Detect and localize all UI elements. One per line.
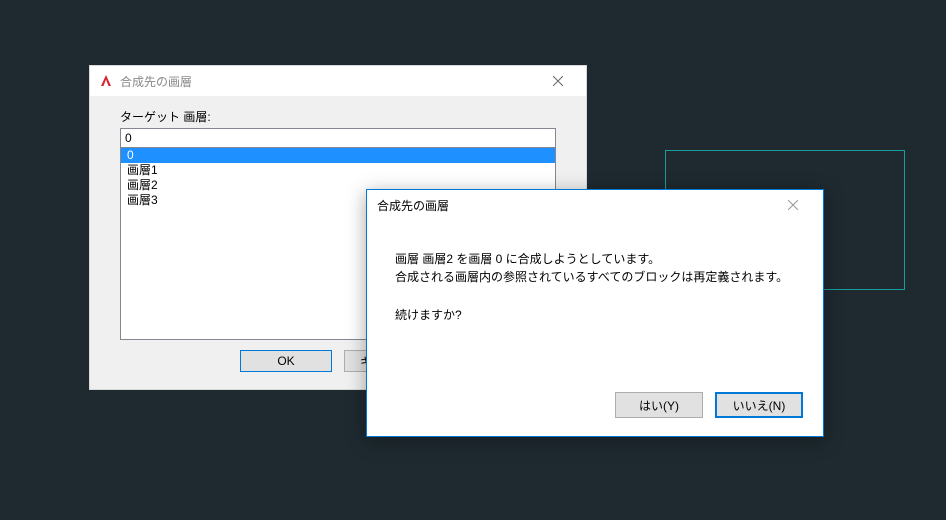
- app-icon: [98, 73, 114, 89]
- list-item[interactable]: 画層1: [121, 163, 555, 178]
- close-icon: [553, 76, 563, 86]
- dialog-title: 合成先の画層: [377, 197, 773, 214]
- yes-button[interactable]: はい(Y): [615, 392, 703, 418]
- message-line: 画層 画層2 を画層 0 に合成しようとしています。: [395, 250, 795, 268]
- target-layer-input[interactable]: [120, 128, 556, 148]
- list-item[interactable]: 0: [121, 148, 555, 163]
- dialog-button-row: はい(Y) いいえ(N): [615, 392, 803, 418]
- close-icon: [788, 200, 798, 210]
- target-layer-label: ターゲット 画層:: [120, 108, 556, 125]
- message-line: 合成される画層内の参照されているすべてのブロックは再定義されます。: [395, 268, 795, 286]
- close-button[interactable]: [538, 68, 578, 94]
- dialog-title: 合成先の画層: [120, 73, 538, 90]
- no-button[interactable]: いいえ(N): [715, 392, 803, 418]
- titlebar[interactable]: 合成先の画層: [90, 66, 586, 96]
- titlebar[interactable]: 合成先の画層: [367, 190, 823, 220]
- ok-button[interactable]: OK: [240, 350, 332, 372]
- message-prompt: 続けますか?: [395, 306, 795, 324]
- close-button[interactable]: [773, 192, 813, 218]
- confirm-merge-dialog: 合成先の画層 画層 画層2 を画層 0 に合成しようとしています。 合成される画…: [366, 189, 824, 437]
